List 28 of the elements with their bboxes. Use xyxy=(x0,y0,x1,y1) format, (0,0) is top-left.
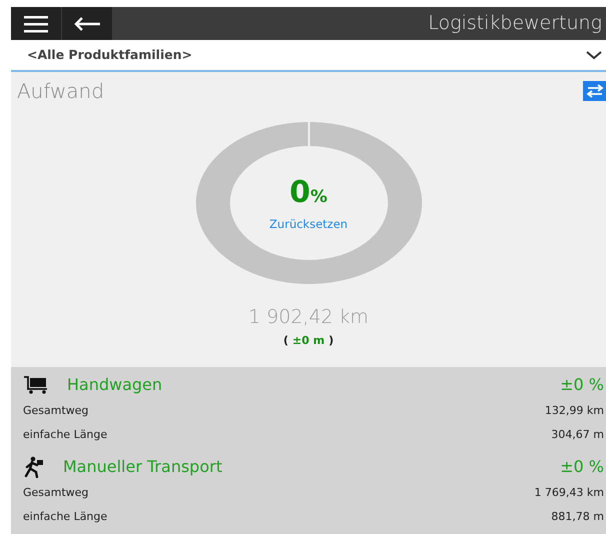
metric-label: einfache Länge xyxy=(23,426,108,443)
parenthesis: ( xyxy=(283,332,288,349)
transport-name: Handwagen xyxy=(67,374,162,396)
percent-value: 0% xyxy=(290,178,328,208)
chevron-down-icon xyxy=(586,50,602,60)
app-title: Logistikbewertung xyxy=(428,11,603,36)
back-button[interactable] xyxy=(62,7,113,40)
menu-button[interactable] xyxy=(11,7,62,40)
transport-change: ±0 % xyxy=(560,374,604,396)
person-carrying-box-icon xyxy=(23,456,45,478)
transport-change: ±0 % xyxy=(560,456,604,478)
metric-value: 881,78 m xyxy=(551,508,604,525)
metric-label: Gesamtweg xyxy=(23,484,89,501)
menu-icon xyxy=(24,14,48,32)
metric-value: 132,99 km xyxy=(544,402,604,419)
back-arrow-icon xyxy=(73,16,101,32)
metric-label: einfache Länge xyxy=(23,508,108,525)
swap-arrows-icon xyxy=(586,84,604,98)
transport-name: Manueller Transport xyxy=(63,456,222,478)
swap-button[interactable] xyxy=(583,81,606,101)
metric-value: 304,67 m xyxy=(551,426,604,443)
metric-value: 1 769,43 km xyxy=(534,484,604,501)
total-distance: 1 902,42 km xyxy=(247,306,370,329)
distance-delta: ±0 m xyxy=(292,332,325,349)
parenthesis: ) xyxy=(328,332,334,349)
metric-label: Gesamtweg xyxy=(23,402,89,419)
section-title: Aufwand xyxy=(17,78,104,105)
cart-icon xyxy=(23,375,49,395)
